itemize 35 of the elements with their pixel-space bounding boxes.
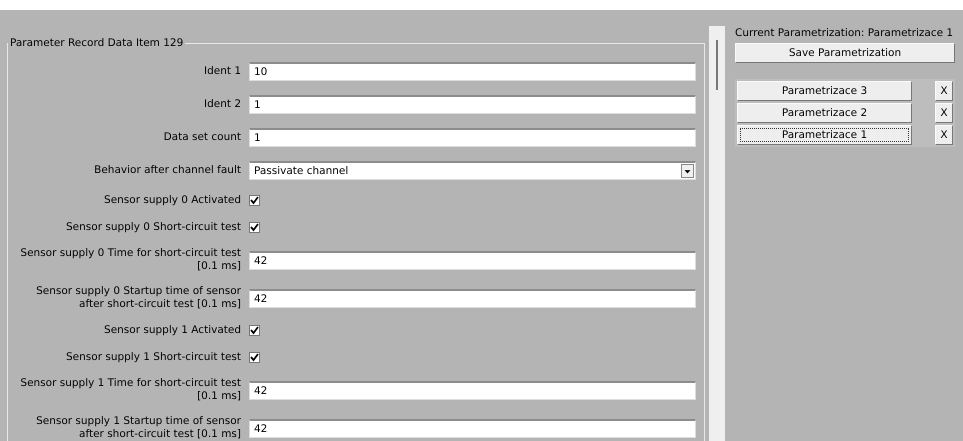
scrollbar[interactable] (709, 26, 725, 441)
text-field[interactable]: 42 (249, 418, 696, 438)
field-label: Ident 1 (202, 65, 241, 78)
field-label: Sensor supply 1 Activated (103, 324, 241, 337)
parametrization-item[interactable]: Parametrizace 3 (737, 81, 912, 101)
text-field[interactable]: 42 (249, 288, 696, 308)
field-label: Sensor supply 1 Short-circuit test (65, 351, 241, 364)
field-label: Sensor supply 1 Time for short-circuit test [0.1 ms] (19, 377, 241, 403)
text-field[interactable]: 42 (249, 380, 696, 400)
field-label: Sensor supply 0 Short-circuit test (65, 221, 241, 234)
checkbox[interactable] (249, 195, 260, 206)
checkbox[interactable] (249, 222, 260, 233)
checkbox[interactable] (249, 352, 260, 363)
current-parametrization-label: Current Parametrization: Parametrizace 1 (735, 27, 954, 39)
save-button[interactable]: Save Parametrization (735, 43, 955, 63)
parametrization-item[interactable]: Parametrizace 1 (737, 125, 912, 145)
field-label: Data set count (162, 131, 241, 144)
parametrization-item[interactable]: Parametrizace 2 (737, 103, 912, 123)
checkbox[interactable] (249, 325, 260, 336)
field-label: Ident 2 (202, 98, 241, 111)
delete-button[interactable]: X (935, 81, 953, 101)
dropdown-value: Passivate channel (254, 165, 348, 177)
text-field[interactable]: 10 (249, 62, 696, 81)
field-label: Sensor supply 0 Activated (103, 194, 241, 207)
delete-button[interactable]: X (935, 125, 953, 145)
field-label: Behavior after channel fault (93, 164, 241, 177)
field-label: Sensor supply 0 Startup time of sensor after short-circuit test [0.1 ms] (35, 285, 241, 311)
text-field[interactable]: 1 (249, 128, 696, 147)
field-label: Sensor supply 1 Startup time of sensor after short-circuit test [0.1 ms] (35, 415, 241, 441)
field-label: Sensor supply 0 Time for short-circuit test [0.1 ms] (19, 247, 241, 273)
delete-button[interactable]: X (935, 103, 953, 123)
text-field[interactable]: 42 (249, 250, 696, 270)
group-title: Parameter Record Data Item 129 (9, 37, 184, 49)
dropdown[interactable]: Passivate channel (249, 161, 696, 180)
text-field[interactable]: 1 (249, 95, 696, 114)
